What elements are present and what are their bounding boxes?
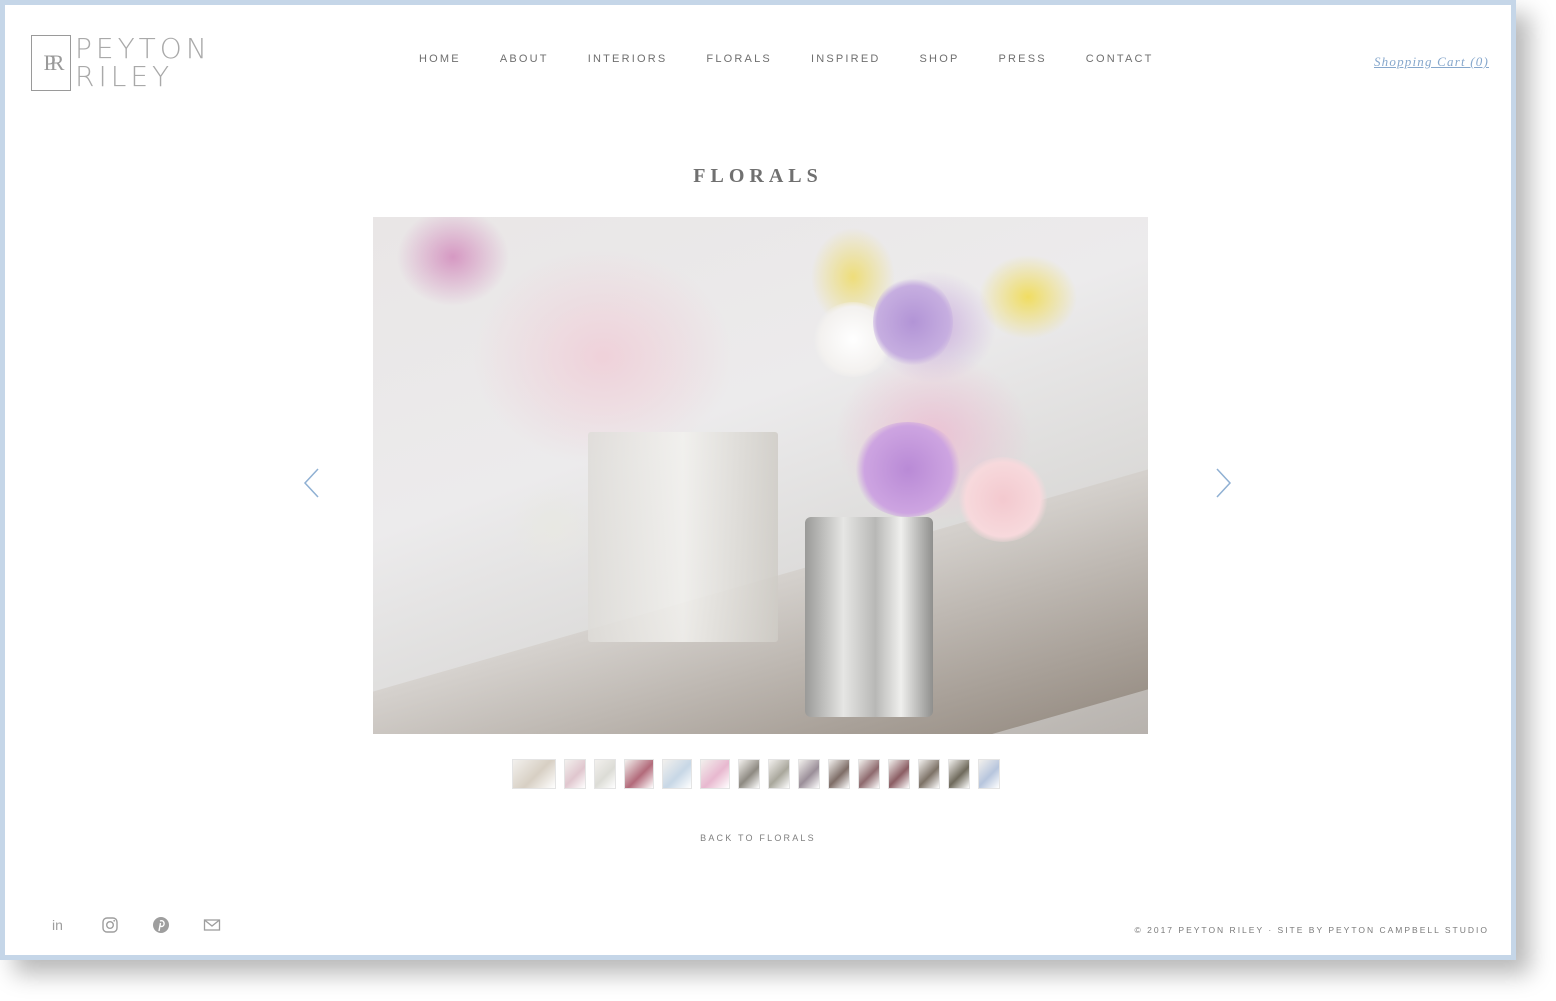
instagram-icon — [102, 917, 118, 933]
gallery-thumbnails — [512, 759, 1000, 789]
nav-interiors[interactable]: INTERIORS — [588, 53, 668, 65]
page-title: FLORALS — [693, 165, 823, 187]
gallery-thumbnail[interactable] — [918, 759, 940, 789]
browser-window: PR PEYTON RILEY HOME ABOUT INTERIORS FLO… — [0, 0, 1516, 960]
image-bloom-lilac — [873, 277, 953, 367]
gallery-thumbnail[interactable] — [738, 759, 760, 789]
gallery-thumbnail[interactable] — [828, 759, 850, 789]
nav-about[interactable]: ABOUT — [500, 53, 549, 65]
logo-monogram: PR — [31, 35, 71, 91]
site-header: PR PEYTON RILEY HOME ABOUT INTERIORS FLO… — [5, 5, 1511, 115]
site-logo[interactable]: PR PEYTON RILEY — [31, 31, 231, 95]
gallery-thumbnail[interactable] — [624, 759, 654, 789]
gallery-thumbnail[interactable] — [700, 759, 730, 789]
back-to-florals-link[interactable]: BACK TO FLORALS — [5, 833, 1511, 843]
chevron-right-icon — [1216, 468, 1232, 498]
shopping-cart-link[interactable]: Shopping Cart (0) — [1374, 54, 1489, 70]
image-background-vase — [588, 432, 778, 642]
pinterest-icon — [153, 917, 169, 933]
linkedin-icon: in — [52, 917, 63, 933]
image-bloom-purple — [853, 422, 963, 517]
gallery-thumbnail[interactable] — [662, 759, 692, 789]
gallery-thumbnail[interactable] — [858, 759, 880, 789]
chevron-left-icon — [303, 468, 319, 498]
email-link[interactable] — [202, 915, 222, 935]
gallery-thumbnail[interactable] — [768, 759, 790, 789]
logo-line-1: PEYTON — [75, 32, 211, 65]
gallery-thumbnail[interactable] — [564, 759, 586, 789]
linkedin-link[interactable]: in — [49, 915, 69, 935]
nav-florals[interactable]: FLORALS — [706, 53, 772, 65]
gallery-next-button[interactable] — [1212, 467, 1234, 499]
pinterest-link[interactable] — [151, 915, 171, 935]
gallery-thumbnail[interactable] — [978, 759, 1000, 789]
nav-inspired[interactable]: INSPIRED — [811, 53, 881, 65]
image-bloom-pink — [958, 457, 1048, 542]
gallery-thumbnail[interactable] — [512, 759, 556, 789]
svg-text:in: in — [52, 917, 63, 933]
gallery-prev-button[interactable] — [301, 467, 323, 499]
gallery-thumbnail[interactable] — [798, 759, 820, 789]
main-nav: HOME ABOUT INTERIORS FLORALS INSPIRED SH… — [419, 53, 1193, 65]
footer-copyright: © 2017 PEYTON RILEY · SITE BY PEYTON CAM… — [1134, 925, 1489, 935]
social-links: in — [49, 915, 222, 935]
gallery-main-image[interactable] — [373, 217, 1148, 734]
nav-contact[interactable]: CONTACT — [1086, 53, 1154, 65]
logo-wordmark: PEYTON RILEY — [75, 35, 211, 91]
nav-shop[interactable]: SHOP — [920, 53, 960, 65]
gallery-thumbnail[interactable] — [888, 759, 910, 789]
nav-home[interactable]: HOME — [419, 53, 461, 65]
logo-line-2: RILEY — [75, 60, 174, 93]
logo-mark-text: PR — [43, 50, 65, 75]
gallery-thumbnail[interactable] — [948, 759, 970, 789]
mail-icon — [203, 919, 221, 931]
instagram-link[interactable] — [100, 915, 120, 935]
gallery-thumbnail[interactable] — [594, 759, 616, 789]
nav-press[interactable]: PRESS — [999, 53, 1047, 65]
image-mercury-glass-vase — [805, 517, 933, 717]
